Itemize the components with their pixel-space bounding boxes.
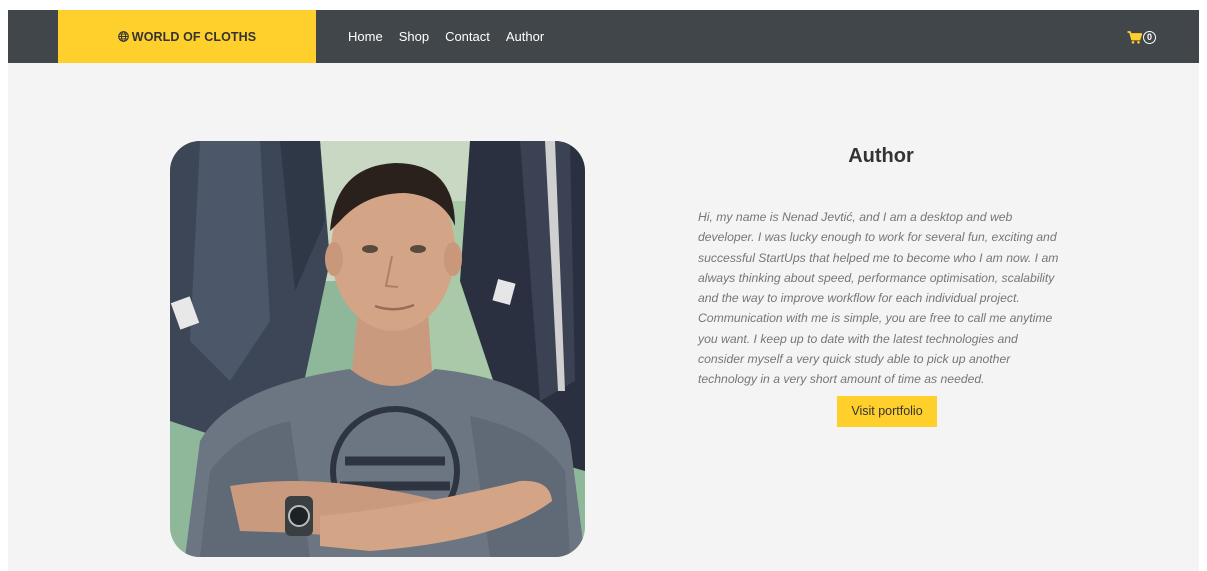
nav-shop[interactable]: Shop [399,29,429,44]
cart-button[interactable]: 0 [1127,27,1156,47]
nav-author[interactable]: Author [506,29,544,44]
page: WORLD OF CLOTHS Home Shop Contact Author… [8,10,1199,571]
author-photo [170,141,585,557]
author-bio: Hi, my name is Nenad Jevtić, and I am a … [698,210,1059,387]
brand-label: WORLD OF CLOTHS [131,29,257,44]
main-nav: Home Shop Contact Author [348,10,544,63]
brand-logo-link[interactable]: WORLD OF CLOTHS [58,10,316,63]
nav-contact[interactable]: Contact [445,29,490,44]
nav-home[interactable]: Home [348,29,383,44]
author-section: Author Hi, my name is Nenad Jevtić, and … [698,141,1064,427]
visit-portfolio-button[interactable]: Visit portfolio [837,395,937,427]
cart-icon [1127,30,1142,44]
cart-count-badge: 0 [1143,30,1156,44]
top-navbar: WORLD OF CLOTHS Home Shop Contact Author… [8,10,1199,63]
globe-icon [117,31,129,42]
author-heading: Author [848,145,914,167]
